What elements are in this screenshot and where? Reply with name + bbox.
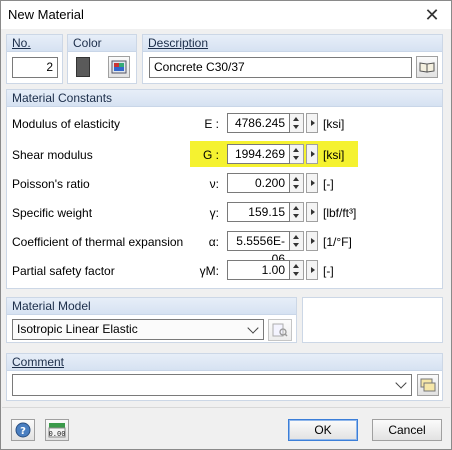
- poissons-ratio-unit: [-]: [323, 177, 334, 191]
- thermal-expansion-symbol: α:: [208, 235, 219, 249]
- thermal-expansion-arrow-button[interactable]: [306, 231, 318, 251]
- close-icon: ✕: [424, 4, 440, 25]
- thermal-expansion-label: Coefficient of thermal expansion: [12, 235, 184, 249]
- thermal-expansion-unit: [1/°F]: [323, 235, 352, 249]
- shear-modulus-unit: [ksi]: [323, 148, 345, 162]
- shear-modulus-symbol: G :: [202, 148, 219, 162]
- poissons-ratio-symbol: ν:: [209, 177, 219, 191]
- thermal-expansion-input[interactable]: 5.5556E-06: [227, 231, 290, 266]
- color-picker-icon: [111, 60, 127, 74]
- comment-group: Comment: [6, 353, 443, 401]
- poissons-ratio-arrow-button[interactable]: [306, 173, 318, 193]
- safety-factor-spinner[interactable]: [290, 260, 304, 280]
- ok-button[interactable]: OK: [288, 419, 358, 441]
- material-model-value: Isotropic Linear Elastic: [17, 322, 138, 336]
- modulus-label: Modulus of elasticity: [12, 117, 121, 131]
- number-group: No. 2: [6, 34, 63, 84]
- safety-factor-arrow-button[interactable]: [306, 260, 318, 280]
- footer-divider: [2, 407, 450, 408]
- material-model-select[interactable]: Isotropic Linear Elastic: [12, 319, 264, 340]
- comment-library-button[interactable]: [417, 374, 439, 396]
- number-header: No.: [7, 35, 62, 52]
- model-details-button[interactable]: [268, 319, 292, 341]
- description-group: Description Concrete C30/37: [142, 34, 443, 84]
- cancel-button[interactable]: Cancel: [372, 419, 442, 441]
- poissons-ratio-input[interactable]: 0.200: [227, 173, 290, 193]
- units-icon: 0.00: [48, 423, 66, 438]
- safety-factor-label: Partial safety factor: [12, 264, 115, 278]
- specific-weight-spinner[interactable]: [290, 202, 304, 222]
- window-title: New Material: [8, 7, 84, 22]
- shear-modulus-input[interactable]: 1994.269: [227, 144, 290, 164]
- model-preview-panel: [302, 297, 443, 343]
- comment-input[interactable]: [12, 374, 412, 396]
- specific-weight-label: Specific weight: [12, 206, 93, 220]
- color-picker-button[interactable]: [108, 56, 130, 78]
- specific-weight-arrow-button[interactable]: [306, 202, 318, 222]
- cancel-label: Cancel: [388, 423, 426, 437]
- color-group: Color: [67, 34, 137, 84]
- modulus-spinner[interactable]: [290, 113, 304, 133]
- comment-header: Comment: [7, 354, 442, 371]
- units-button[interactable]: 0.00: [45, 419, 69, 441]
- svg-text:0.00: 0.00: [49, 430, 66, 438]
- svg-text:?: ?: [20, 426, 26, 437]
- specific-weight-symbol: γ:: [209, 206, 219, 220]
- safety-factor-input[interactable]: 1.00: [227, 260, 290, 280]
- help-button[interactable]: ?: [11, 419, 35, 441]
- specific-weight-input[interactable]: 159.15: [227, 202, 290, 222]
- specific-weight-unit: [lbf/ft³]: [323, 206, 357, 220]
- modulus-symbol: E :: [204, 117, 219, 131]
- safety-factor-symbol: γM:: [199, 264, 219, 278]
- description-header: Description: [143, 35, 442, 52]
- shear-modulus-arrow-button[interactable]: [306, 144, 318, 164]
- ok-label: OK: [314, 423, 332, 437]
- model-details-icon: [272, 323, 288, 337]
- material-model-group: Material Model Isotropic Linear Elastic: [6, 297, 297, 343]
- poissons-ratio-label: Poisson's ratio: [12, 177, 90, 191]
- color-header: Color: [68, 35, 136, 52]
- shear-modulus-spinner[interactable]: [290, 144, 304, 164]
- modulus-unit: [ksi]: [323, 117, 345, 131]
- material-model-header: Material Model: [7, 298, 296, 315]
- number-field[interactable]: 2: [12, 57, 58, 78]
- modulus-arrow-button[interactable]: [306, 113, 318, 133]
- close-button[interactable]: ✕: [417, 3, 447, 27]
- help-icon: ?: [15, 422, 31, 438]
- chevron-down-icon: [247, 322, 259, 334]
- color-swatch[interactable]: [76, 57, 90, 77]
- library-button[interactable]: [416, 56, 438, 78]
- title-bar: New Material ✕: [1, 1, 451, 29]
- modulus-input[interactable]: 4786.245: [227, 113, 290, 133]
- shear-modulus-label: Shear modulus: [12, 148, 93, 162]
- thermal-expansion-spinner[interactable]: [290, 231, 304, 251]
- library-book-icon: [419, 62, 435, 73]
- material-constants-header: Material Constants: [7, 90, 442, 107]
- description-field[interactable]: Concrete C30/37: [149, 57, 412, 78]
- chevron-down-icon: [395, 377, 407, 389]
- comment-library-icon: [420, 378, 436, 392]
- safety-factor-unit: [-]: [323, 264, 334, 278]
- poissons-ratio-spinner[interactable]: [290, 173, 304, 193]
- new-material-dialog: New Material ✕ No. 2 Color Description C…: [0, 0, 452, 450]
